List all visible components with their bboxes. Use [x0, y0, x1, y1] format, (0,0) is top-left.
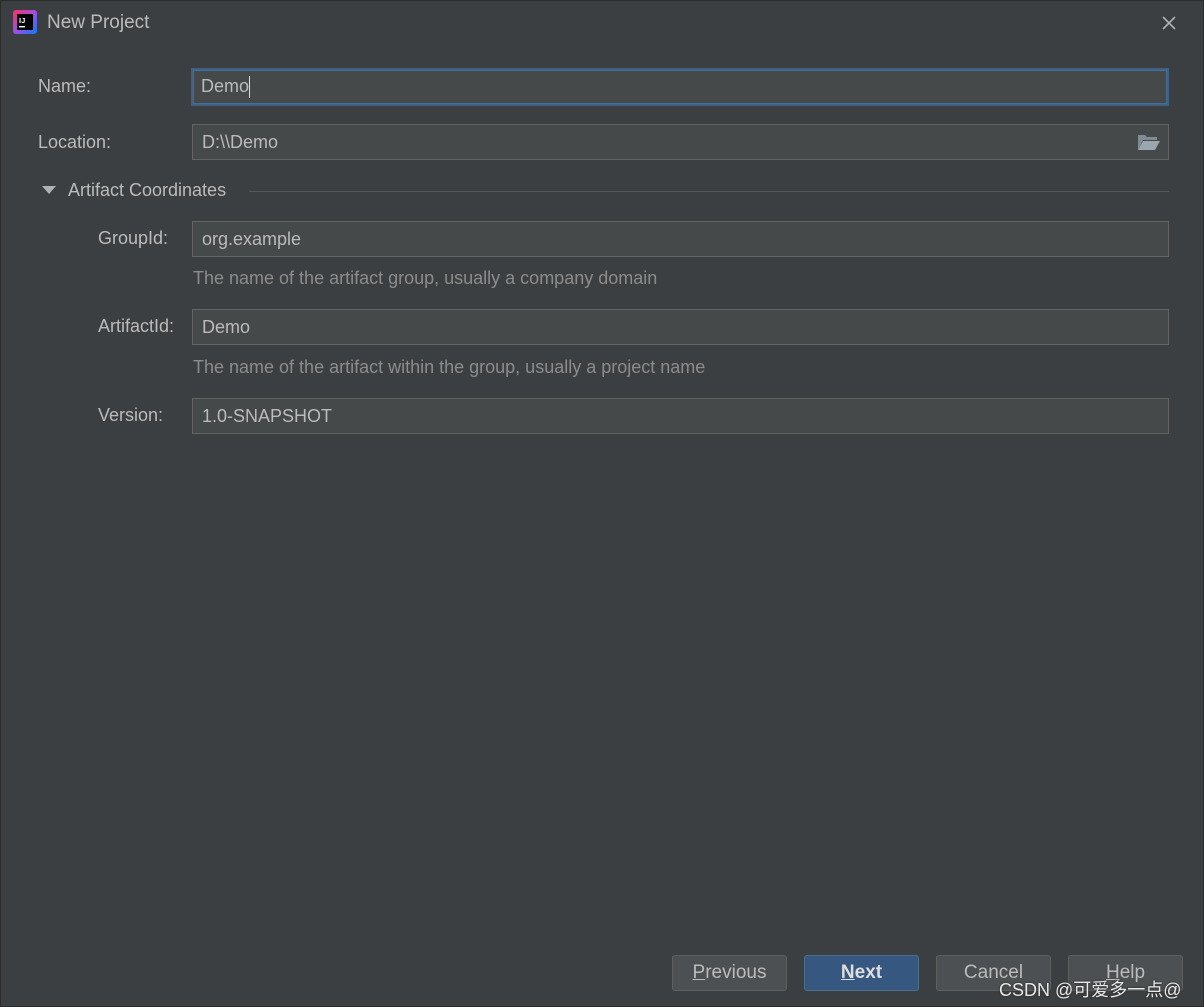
- artifactid-label: ArtifactId:: [98, 316, 175, 336]
- csdn-watermark: CSDN @可爱多一点@: [999, 980, 1182, 1000]
- groupid-hint: The name of the artifact group, usually …: [193, 268, 658, 288]
- previous-mnemonic: P: [692, 962, 706, 983]
- next-button[interactable]: Next: [804, 955, 919, 991]
- artifact-coordinates-header[interactable]: Artifact Coordinates: [68, 180, 226, 201]
- next-mnemonic: N: [840, 962, 855, 983]
- title-bar: IJ New Project: [1, 1, 1204, 45]
- previous-button[interactable]: Previous: [672, 955, 787, 991]
- version-input[interactable]: 1.0-SNAPSHOT: [192, 398, 1169, 434]
- artifactid-hint: The name of the artifact within the grou…: [193, 357, 706, 377]
- version-value: 1.0-SNAPSHOT: [202, 406, 333, 426]
- folder-open-icon[interactable]: [1137, 132, 1161, 152]
- close-icon[interactable]: [1156, 10, 1182, 36]
- window-title: New Project: [47, 12, 150, 33]
- groupid-input[interactable]: org.example: [192, 221, 1169, 257]
- new-project-dialog: IJ New Project Name: Demo Location: D:\\…: [0, 0, 1204, 1007]
- version-label: Version:: [98, 405, 164, 425]
- name-input[interactable]: Demo: [191, 68, 1169, 106]
- intellij-idea-icon: IJ: [13, 10, 37, 34]
- location-input[interactable]: D:\\Demo: [192, 124, 1169, 160]
- previous-label: revious: [705, 962, 767, 983]
- next-label: ext: [854, 962, 883, 983]
- artifactid-value: Demo: [202, 317, 251, 337]
- name-value: Demo: [201, 76, 250, 96]
- section-divider: [249, 191, 1169, 192]
- groupid-label: GroupId:: [98, 228, 169, 248]
- location-value: D:\\Demo: [202, 132, 279, 152]
- name-label: Name:: [38, 76, 92, 96]
- svg-text:IJ: IJ: [19, 16, 25, 25]
- triangle-down-icon[interactable]: [41, 183, 57, 197]
- groupid-value: org.example: [202, 229, 302, 249]
- location-label: Location:: [38, 132, 112, 152]
- artifactid-input[interactable]: Demo: [192, 309, 1169, 345]
- text-caret: [249, 76, 251, 99]
